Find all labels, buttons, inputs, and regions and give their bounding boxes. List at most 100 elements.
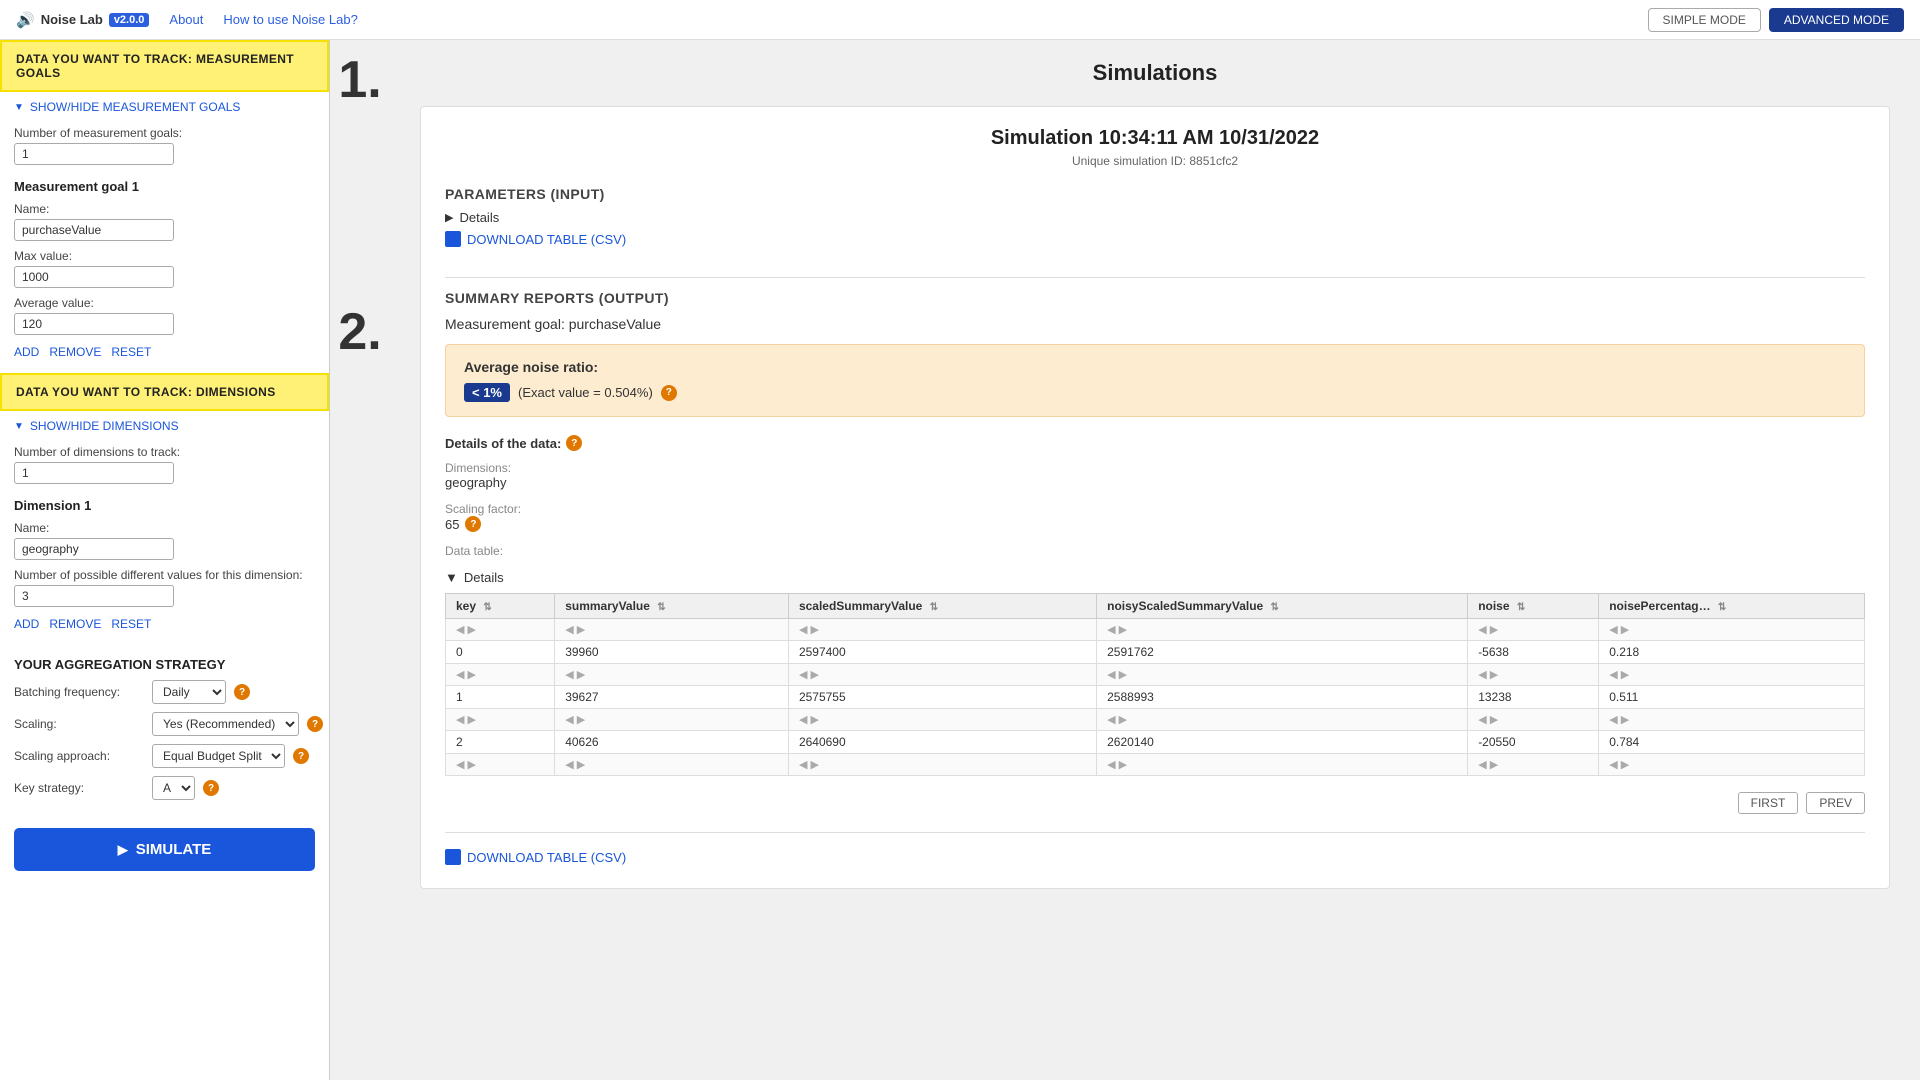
key-strategy-help-icon[interactable]: ? <box>203 780 219 796</box>
key-strategy-label: Key strategy: <box>14 781 144 795</box>
dim1-possible-input[interactable] <box>14 585 174 607</box>
divider2 <box>445 832 1865 833</box>
toggle-measurement-goals[interactable]: ▼ SHOW/HIDE MEASUREMENT GOALS <box>0 92 329 122</box>
simulate-label: SIMULATE <box>136 841 212 858</box>
about-link[interactable]: About <box>169 12 203 27</box>
header-sub-row: ◀ ▶ ◀ ▶ ◀ ▶ ◀ ▶ ◀ ▶ ◀ ▶ <box>446 619 1865 641</box>
num-dims-field: Number of dimensions to track: <box>0 441 329 488</box>
pagination-prev[interactable]: PREV <box>1806 792 1865 814</box>
goal1-max-label: Max value: <box>14 249 315 263</box>
section2-actions: ADD REMOVE RESET <box>0 611 329 637</box>
download-bottom-label: DOWNLOAD TABLE (CSV) <box>467 850 626 865</box>
table-details-row[interactable]: ▼ Details <box>445 570 1865 585</box>
num-dims-label: Number of dimensions to track: <box>14 445 315 459</box>
num-dims-input[interactable] <box>14 462 174 484</box>
table-sub-row: ◀ ▶◀ ▶◀ ▶◀ ▶◀ ▶◀ ▶ <box>446 754 1865 776</box>
col-noise-sub: ◀ ▶ <box>1468 619 1599 641</box>
section2-wrapper: DATA YOU WANT TO TRACK: DIMENSIONS ▼ SHO… <box>0 373 329 637</box>
cell-scaledSummaryValue: 2575755 <box>788 686 1096 709</box>
goal1-max-input[interactable] <box>14 266 174 288</box>
details-of-data-label: Details of the data: ? <box>445 435 1865 451</box>
num-goals-field: Number of measurement goals: <box>0 122 329 169</box>
key-strategy-select[interactable]: A B <box>152 776 195 800</box>
download-bottom-button[interactable]: DOWNLOAD TABLE (CSV) <box>445 849 626 865</box>
cell-noisePercentage: 0.511 <box>1599 686 1865 709</box>
simple-mode-button[interactable]: SIMPLE MODE <box>1648 8 1761 32</box>
simulate-button[interactable]: ▶ SIMULATE <box>14 828 315 871</box>
batching-help-icon[interactable]: ? <box>234 684 250 700</box>
toggle-dimensions[interactable]: ▼ SHOW/HIDE DIMENSIONS <box>0 411 329 441</box>
mode-switcher: SIMPLE MODE ADVANCED MODE <box>1648 8 1904 32</box>
cell-noisyScaledSummaryValue: 2591762 <box>1097 641 1468 664</box>
remove-dim-button[interactable]: REMOVE <box>49 617 101 631</box>
scaling-label: Scaling: <box>14 717 144 731</box>
csv-icon <box>445 231 461 247</box>
how-to-link[interactable]: How to use Noise Lab? <box>223 12 357 27</box>
play-icon: ▶ <box>118 842 128 858</box>
goal1-max-field: Max value: <box>0 245 329 292</box>
cell-noise: -5638 <box>1468 641 1599 664</box>
dimensions-label: Dimensions: <box>445 461 1865 475</box>
goal1-name-input[interactable] <box>14 219 174 241</box>
dim1-name-input[interactable] <box>14 538 174 560</box>
step-numbers: 1. 2. <box>330 40 390 1080</box>
step2-number: 2. <box>338 306 381 358</box>
params-details-row[interactable]: ▶ Details <box>445 210 1865 225</box>
dim1-name-label: Name: <box>14 521 315 535</box>
params-details-label: Details <box>459 210 499 225</box>
col-noise-pct: noisePercentag… ⇅ <box>1599 594 1865 619</box>
reset-goal-button[interactable]: RESET <box>111 345 151 359</box>
batching-field: Batching frequency: Daily Weekly ? <box>14 680 315 704</box>
batching-select[interactable]: Daily Weekly <box>152 680 226 704</box>
scaling-approach-label: Scaling approach: <box>14 749 144 763</box>
table-sub-row: ◀ ▶◀ ▶◀ ▶◀ ▶◀ ▶◀ ▶ <box>446 709 1865 731</box>
chevron-down-icon: ▼ <box>14 102 24 113</box>
simulations-title: Simulations <box>420 60 1890 86</box>
table-header: key ⇅ summaryValue ⇅ scaledSummaryValue … <box>446 594 1865 641</box>
pagination-first[interactable]: FIRST <box>1738 792 1799 814</box>
add-dim-button[interactable]: ADD <box>14 617 39 631</box>
reset-dim-button[interactable]: RESET <box>111 617 151 631</box>
triangle-right-icon: ▶ <box>445 211 453 224</box>
remove-goal-button[interactable]: REMOVE <box>49 345 101 359</box>
key-strategy-field: Key strategy: A B ? <box>14 776 315 800</box>
add-goal-button[interactable]: ADD <box>14 345 39 359</box>
details-help-icon[interactable]: ? <box>566 435 582 451</box>
scaling-factor-row: 65 ? <box>445 516 1865 532</box>
data-table: key ⇅ summaryValue ⇅ scaledSummaryValue … <box>445 593 1865 776</box>
noise-help-icon[interactable]: ? <box>661 385 677 401</box>
toggle-label: SHOW/HIDE MEASUREMENT GOALS <box>30 100 240 114</box>
sim-id: Unique simulation ID: 8851cfc2 <box>445 154 1865 168</box>
scaling-help-icon[interactable]: ? <box>307 716 323 732</box>
col-noisy: noisyScaledSummaryValue ⇅ <box>1097 594 1468 619</box>
scaling-field: Scaling: Yes (Recommended) No ? <box>14 712 315 736</box>
scaling-approach-select[interactable]: Equal Budget Split <box>152 744 285 768</box>
dim1-title: Dimension 1 <box>0 488 329 517</box>
num-goals-input[interactable] <box>14 143 174 165</box>
scaling-select[interactable]: Yes (Recommended) No <box>152 712 299 736</box>
goal1-avg-input[interactable] <box>14 313 174 335</box>
advanced-mode-button[interactable]: ADVANCED MODE <box>1769 8 1904 32</box>
section1-actions: ADD REMOVE RESET <box>0 339 329 365</box>
cell-summaryValue: 39627 <box>555 686 789 709</box>
col-scaled-sub: ◀ ▶ <box>788 619 1096 641</box>
section2-header: DATA YOU WANT TO TRACK: DIMENSIONS <box>0 373 329 411</box>
scaling-factor-help-icon[interactable]: ? <box>465 516 481 532</box>
scaling-approach-help-icon[interactable]: ? <box>293 748 309 764</box>
cell-noisePercentage: 0.784 <box>1599 731 1865 754</box>
header-row: key ⇅ summaryValue ⇅ scaledSummaryValue … <box>446 594 1865 619</box>
dim1-possible-field: Number of possible different values for … <box>0 564 329 611</box>
data-table-label: Data table: <box>445 544 1865 558</box>
section1-header: DATA YOU WANT TO TRACK: MEASUREMENT GOAL… <box>0 40 329 92</box>
main-inner: Simulations Simulation 10:34:11 AM 10/31… <box>390 40 1920 909</box>
goal1-avg-label: Average value: <box>14 296 315 310</box>
col-key-sub: ◀ ▶ <box>446 619 555 641</box>
col-key: key ⇅ <box>446 594 555 619</box>
scaling-factor-label: Scaling factor: <box>445 502 1865 516</box>
download-csv-button[interactable]: DOWNLOAD TABLE (CSV) <box>445 231 626 247</box>
cell-scaledSummaryValue: 2597400 <box>788 641 1096 664</box>
triangle-down-icon: ▼ <box>445 570 458 585</box>
summary-header: SUMMARY REPORTS (OUTPUT) <box>445 290 1865 306</box>
noise-ratio-value: < 1% (Exact value = 0.504%) ? <box>464 383 677 402</box>
simulation-card: Simulation 10:34:11 AM 10/31/2022 Unique… <box>420 106 1890 889</box>
